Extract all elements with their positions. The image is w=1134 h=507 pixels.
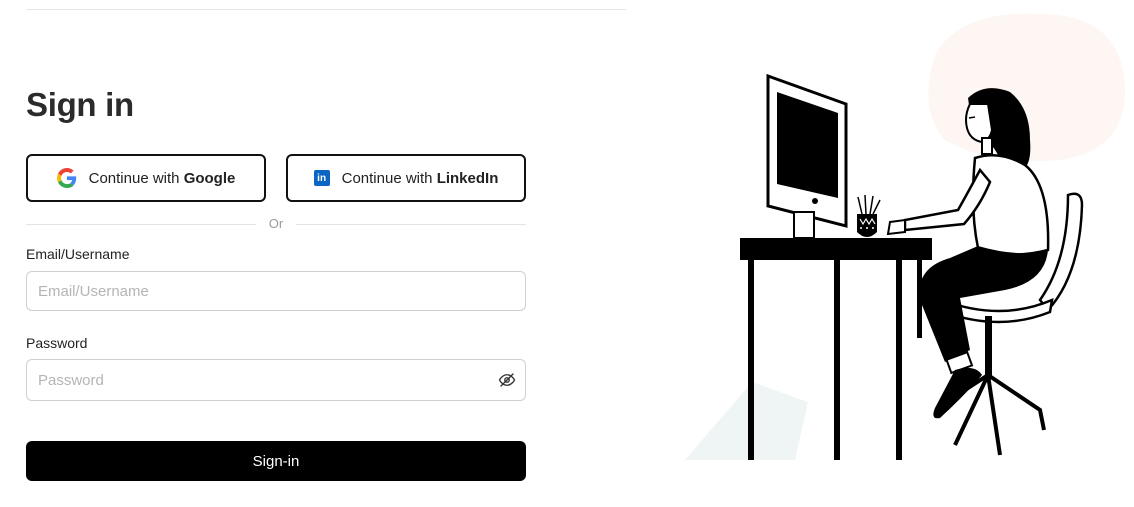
linkedin-button-label: Continue with LinkedIn	[341, 169, 499, 187]
linkedin-icon: in	[313, 170, 330, 186]
woman-at-desk-illustration	[685, 13, 1126, 460]
desk-leg	[834, 258, 840, 460]
email-input[interactable]	[26, 271, 526, 311]
pants	[919, 246, 1048, 362]
shirt	[971, 153, 1050, 256]
signin-page: Sign in Continue with Google in Continue…	[0, 0, 1134, 507]
desk-top	[740, 238, 932, 260]
desk-leg	[748, 258, 754, 460]
shoe	[933, 367, 982, 419]
eye-slash-icon[interactable]	[498, 371, 516, 389]
desk-leg	[896, 258, 902, 460]
google-g-icon	[56, 168, 76, 188]
signin-submit-button[interactable]: Sign-in	[26, 441, 526, 481]
background-triangle	[685, 382, 808, 460]
google-button-label: Continue with Google	[88, 169, 236, 187]
divider-line-right	[296, 224, 526, 225]
monitor-stand	[793, 211, 815, 239]
email-label: Email/Username	[26, 246, 130, 262]
linkedin-signin-button[interactable]: in Continue with LinkedIn	[286, 154, 526, 202]
page-title: Sign in	[26, 86, 134, 123]
top-divider	[26, 9, 626, 10]
google-signin-button[interactable]: Continue with Google	[26, 154, 266, 202]
password-label: Password	[26, 335, 88, 351]
password-input[interactable]	[26, 359, 526, 401]
or-divider: Or	[26, 214, 526, 234]
